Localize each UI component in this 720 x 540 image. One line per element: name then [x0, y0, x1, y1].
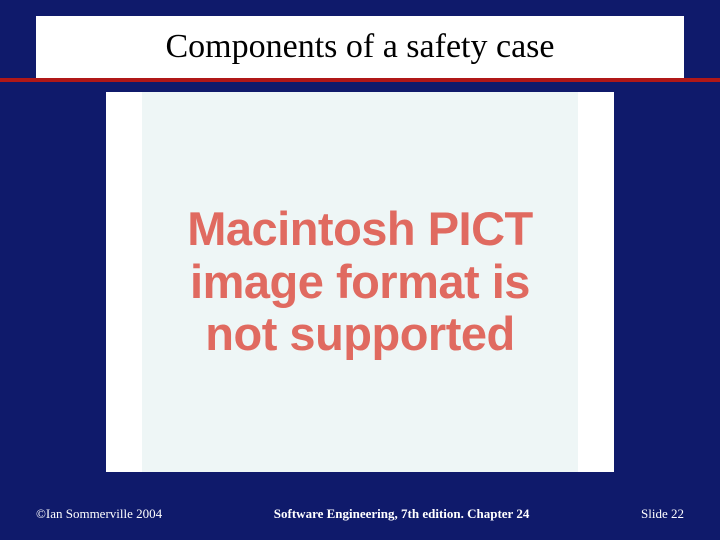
image-placeholder-panel: Macintosh PICT image format is not suppo… — [142, 92, 578, 472]
footer-copyright: ©Ian Sommerville 2004 — [36, 506, 162, 522]
content-area: Macintosh PICT image format is not suppo… — [106, 92, 614, 472]
title-band: Components of a safety case — [36, 16, 684, 78]
slide-title: Components of a safety case — [166, 28, 555, 66]
horizontal-rule — [0, 78, 720, 82]
footer-slide-number: Slide 22 — [641, 506, 684, 522]
footer-book-reference: Software Engineering, 7th edition. Chapt… — [162, 506, 641, 522]
slide-footer: ©Ian Sommerville 2004 Software Engineeri… — [36, 506, 684, 522]
image-placeholder-text: Macintosh PICT image format is not suppo… — [152, 203, 568, 361]
